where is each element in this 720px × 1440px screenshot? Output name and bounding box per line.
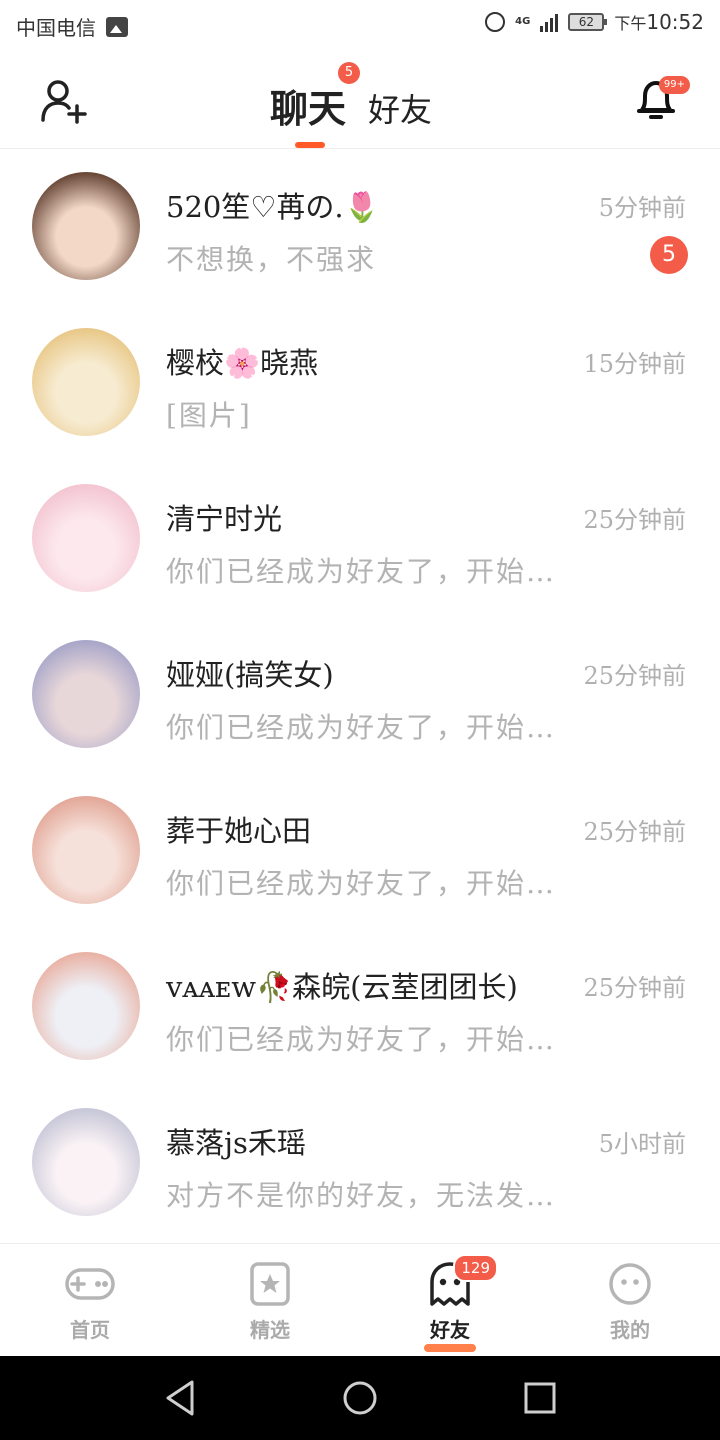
- avatar[interactable]: [32, 172, 140, 280]
- avatar-image: [32, 328, 140, 436]
- chat-item[interactable]: 娅娅(搞笑女) 25分钟前 你们已经成为好友了，开始…: [0, 618, 720, 774]
- chat-item[interactable]: 樱校🌸晓燕 15分钟前 [图片]: [0, 306, 720, 462]
- avatar[interactable]: [32, 328, 140, 436]
- chat-time: 5小时前: [598, 1130, 686, 1158]
- system-nav-bar: [0, 1356, 720, 1440]
- chat-item[interactable]: 520笙♡苒の.🌷 5分钟前不想换，不强求 5: [0, 150, 720, 306]
- header-tabs: 聊天 5 好友: [270, 62, 432, 133]
- avatar-image: [32, 952, 140, 1060]
- alarm-icon: [485, 12, 506, 32]
- back-icon[interactable]: [162, 1378, 198, 1418]
- unread-badge: 5: [650, 236, 688, 274]
- carrier-label: 中国电信: [16, 16, 96, 40]
- avatar-image: [32, 172, 140, 280]
- chat-last-message: 不想换，不强求: [166, 243, 377, 276]
- network-type: 4G: [515, 16, 531, 27]
- avatar[interactable]: [32, 952, 140, 1060]
- nav-featured-label: 精选: [250, 1318, 290, 1342]
- status-right: 4G 62 下午10:52: [485, 10, 704, 34]
- chat-item[interactable]: 葬于她心田 25分钟前 你们已经成为好友了，开始…: [0, 774, 720, 930]
- nav-me-label: 我的: [610, 1318, 650, 1342]
- image-notification-icon: [106, 16, 128, 37]
- avatar-image: [32, 484, 140, 592]
- chat-name: ᴠᴀᴀᴇᴡ🥀森皖(云荎团团长): [166, 970, 518, 1004]
- top-header: 聊天 5 好友 99+: [0, 52, 720, 149]
- face-icon: [609, 1263, 651, 1305]
- star-card-icon: [250, 1262, 290, 1306]
- chat-last-message: [图片]: [166, 399, 252, 432]
- chat-last-message: 你们已经成为好友了，开始…: [166, 1023, 557, 1056]
- chat-last-message: 对方不是你的好友，无法发…: [166, 1179, 557, 1212]
- avatar[interactable]: [32, 640, 140, 748]
- chat-name: 葬于她心田: [166, 814, 312, 848]
- chat-time: 25分钟前: [583, 662, 686, 690]
- nav-friends-badge: 129: [453, 1254, 498, 1282]
- home-icon[interactable]: [342, 1380, 378, 1416]
- chat-last-message: 你们已经成为好友了，开始…: [166, 867, 557, 900]
- chat-time: 5分钟前: [598, 194, 686, 222]
- avatar-image: [32, 1108, 140, 1216]
- chat-time: 25分钟前: [583, 974, 686, 1002]
- status-left: 中国电信: [16, 12, 128, 41]
- avatar[interactable]: [32, 484, 140, 592]
- nav-featured[interactable]: 精选: [210, 1262, 330, 1343]
- chat-item[interactable]: ᴠᴀᴀᴇᴡ🥀森皖(云荎团团长) 25分钟前 你们已经成为好友了，开始…: [0, 930, 720, 1086]
- gamepad-icon: [65, 1268, 115, 1300]
- chat-last-message: 你们已经成为好友了，开始…: [166, 711, 557, 744]
- nav-friends-label: 好友: [430, 1318, 470, 1342]
- nav-active-indicator: [424, 1344, 476, 1352]
- chat-time: 25分钟前: [583, 818, 686, 846]
- avatar[interactable]: [32, 1108, 140, 1216]
- chat-time: 15分钟前: [583, 350, 686, 378]
- nav-home[interactable]: 首页: [30, 1262, 150, 1343]
- avatar-image: [32, 796, 140, 904]
- clock: 下午10:52: [614, 10, 704, 34]
- battery-icon: 62: [568, 13, 608, 31]
- chat-item[interactable]: 清宁时光 25分钟前 你们已经成为好友了，开始…: [0, 462, 720, 618]
- tab-friends[interactable]: 好友: [368, 85, 432, 131]
- avatar-image: [32, 640, 140, 748]
- nav-me[interactable]: 我的: [570, 1262, 690, 1343]
- status-bar: 中国电信 4G 62 下午10:52: [0, 0, 720, 52]
- active-tab-indicator: [295, 142, 325, 148]
- chat-name: 清宁时光: [166, 502, 283, 536]
- chat-list: 520笙♡苒の.🌷 5分钟前不想换，不强求 5 樱校🌸晓燕 15分钟前 [图片] 清宁时光 2…: [0, 150, 720, 1242]
- chat-item[interactable]: 慕落js禾瑶 5小时前对方不是你的好友，无法发…: [0, 1086, 720, 1242]
- nav-friends[interactable]: 129 好友: [390, 1254, 510, 1352]
- nav-home-label: 首页: [70, 1318, 110, 1342]
- notifications-badge: 99+: [658, 76, 690, 94]
- add-friend-icon[interactable]: [40, 78, 88, 124]
- chat-time: 25分钟前: [583, 506, 686, 534]
- avatar[interactable]: [32, 796, 140, 904]
- chat-name: 520笙♡苒の.🌷: [166, 190, 380, 224]
- tab-chat[interactable]: 聊天 5: [270, 62, 361, 133]
- chat-name: 慕落js禾瑶: [166, 1126, 306, 1160]
- bottom-nav: 首页 精选 129 好友 我的: [0, 1243, 720, 1357]
- signal-icon: [540, 12, 559, 32]
- chat-name: 樱校🌸晓燕: [166, 346, 319, 380]
- tab-chat-badge: 5: [338, 62, 361, 84]
- recent-apps-icon[interactable]: [522, 1380, 558, 1416]
- chat-last-message: 你们已经成为好友了，开始…: [166, 555, 557, 588]
- chat-name: 娅娅(搞笑女): [166, 658, 334, 692]
